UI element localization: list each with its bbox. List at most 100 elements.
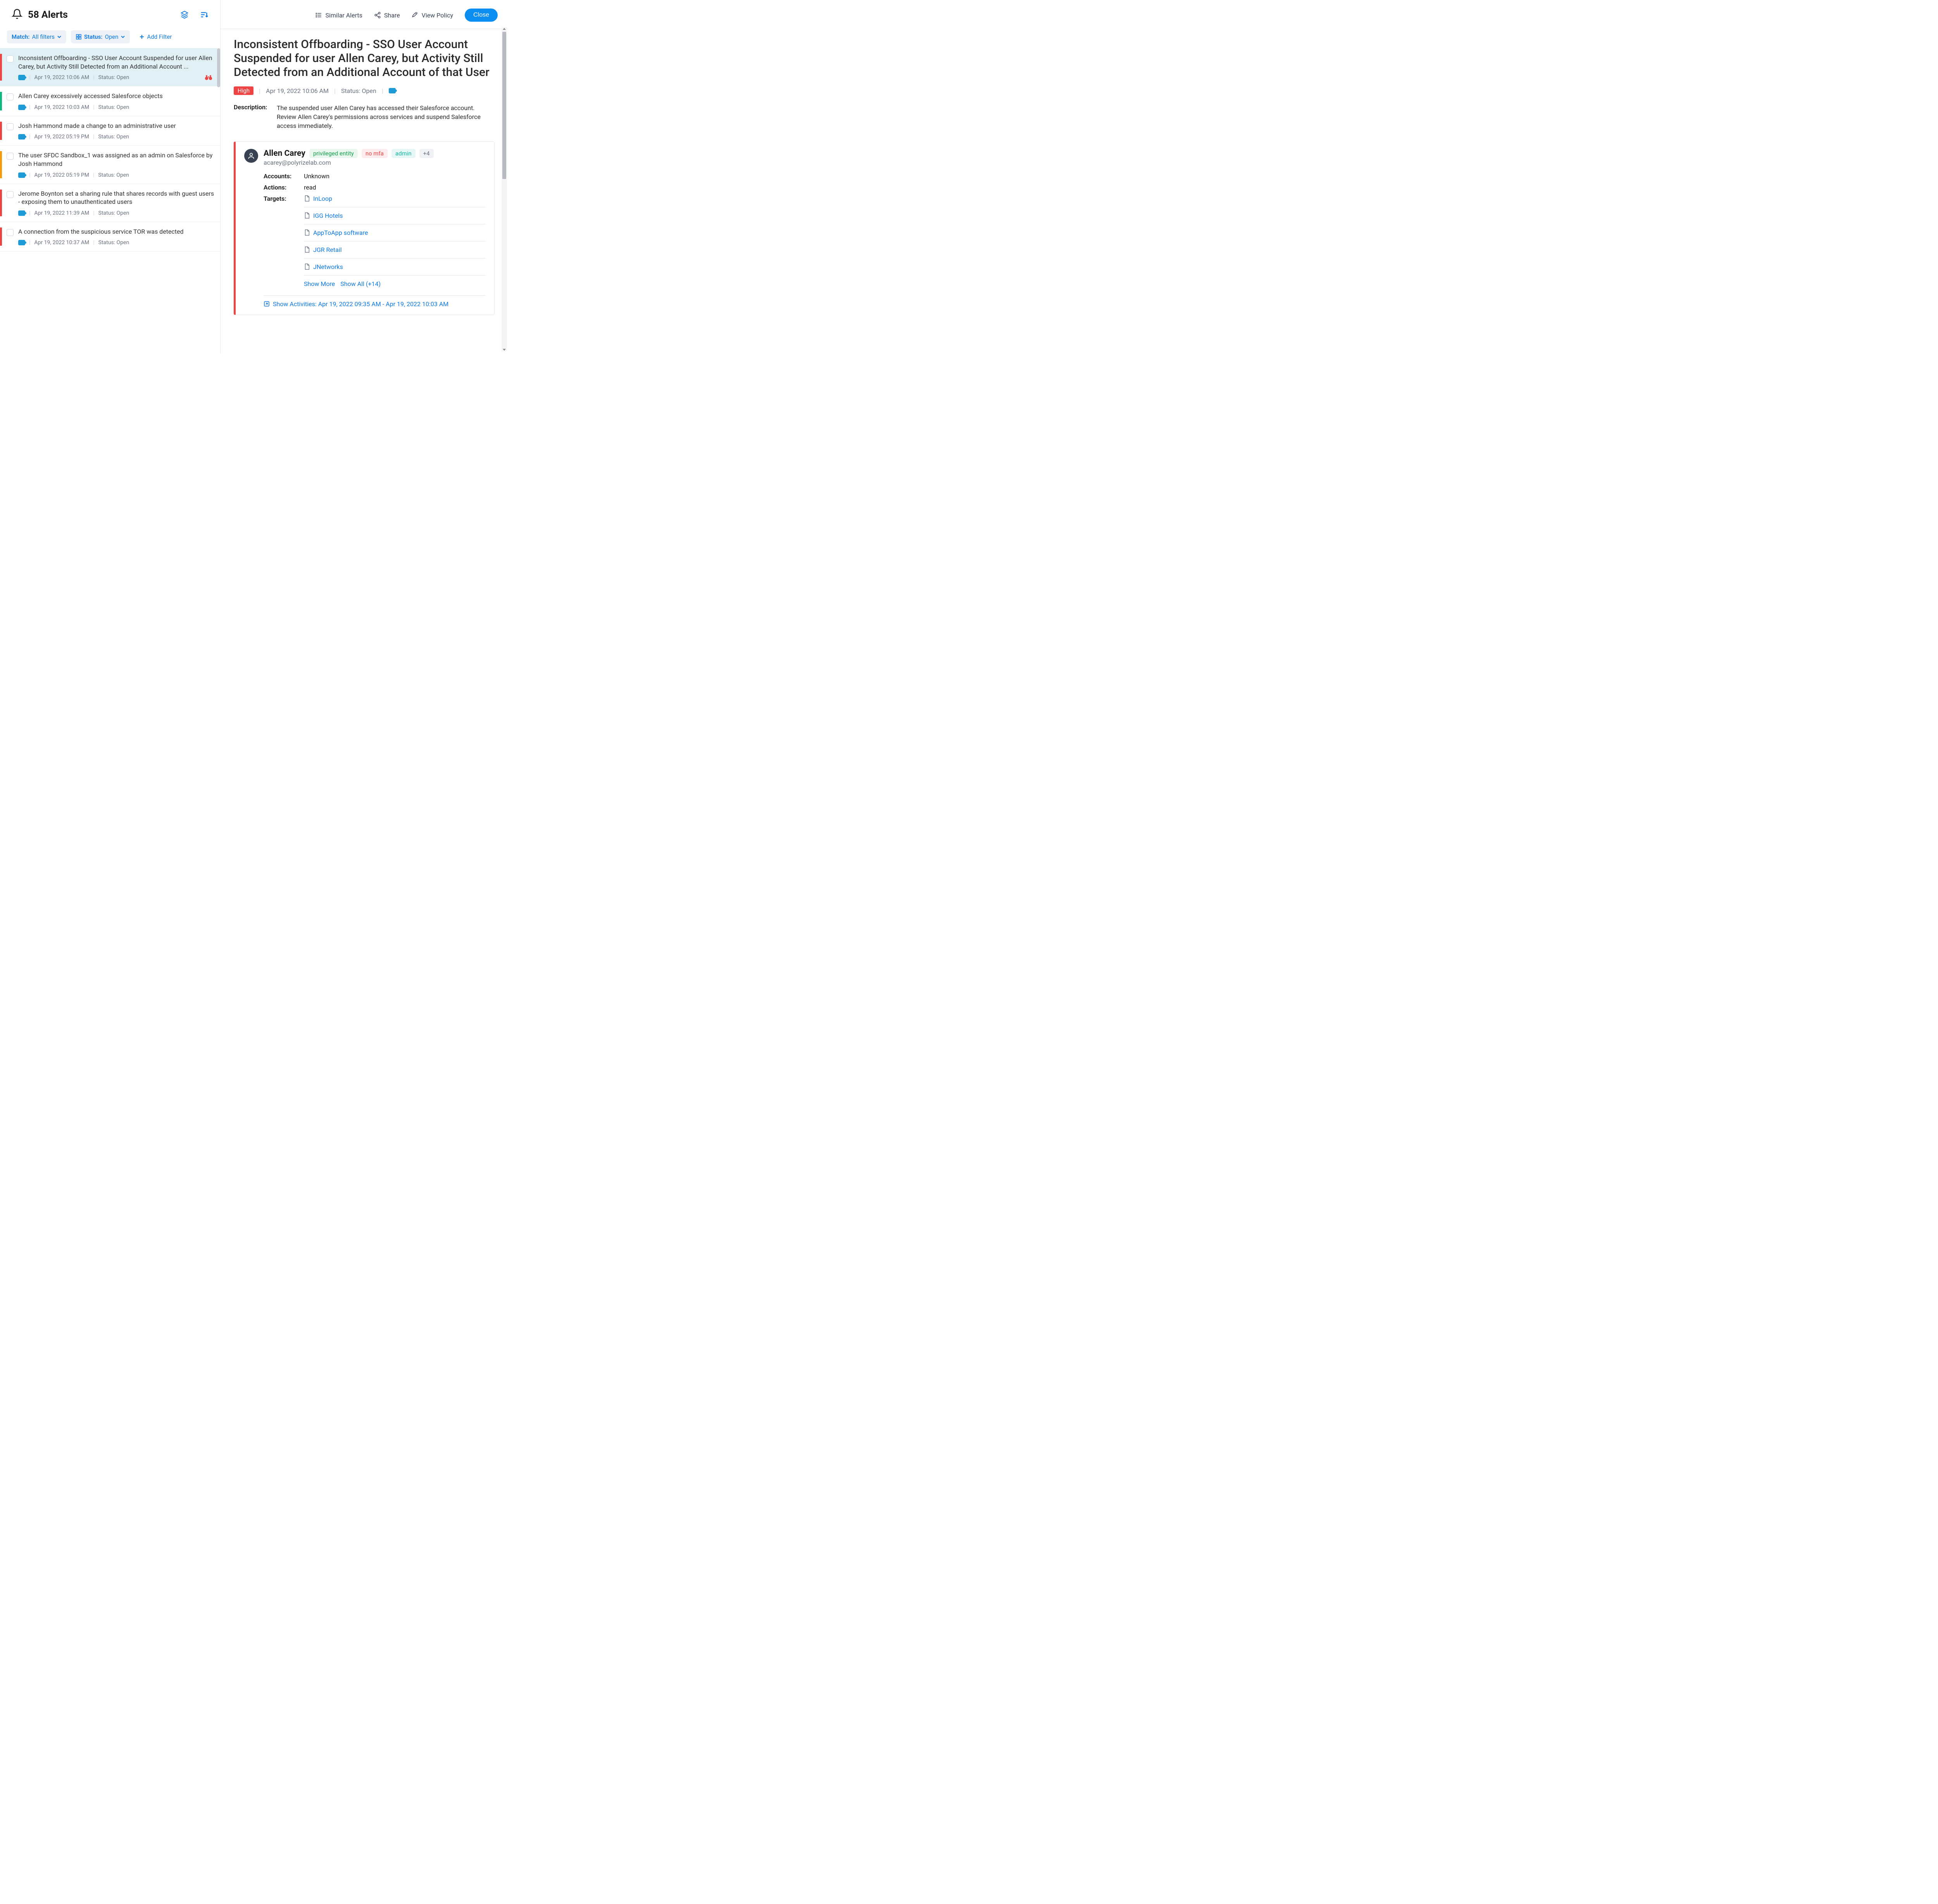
separator: |: [93, 104, 94, 110]
chevron-down-icon: [121, 34, 125, 39]
close-button[interactable]: Close: [465, 9, 498, 22]
alert-meta: |Apr 19, 2022 05:19 PM|Status: Open: [18, 134, 215, 140]
alert-item[interactable]: The user SFDC Sandbox_1 was assigned as …: [0, 146, 220, 184]
detail-title: Inconsistent Offboarding - SSO User Acco…: [234, 38, 495, 79]
description-text: The suspended user Allen Carey has acces…: [277, 103, 495, 131]
similar-alerts-label: Similar Alerts: [325, 12, 362, 19]
target-item[interactable]: IGG Hotels: [304, 207, 486, 224]
detail-status: Status: Open: [341, 87, 376, 95]
alert-title: Allen Carey excessively accessed Salesfo…: [18, 92, 215, 100]
identity-card: Allen Carey privileged entity no mfa adm…: [234, 141, 495, 315]
tag-more[interactable]: +4: [419, 149, 434, 158]
tag-privileged: privileged entity: [309, 149, 358, 158]
alert-date: Apr 19, 2022 11:39 AM: [34, 210, 89, 216]
scrollbar-thumb[interactable]: [217, 48, 220, 87]
salesforce-icon: [389, 88, 396, 93]
alert-title: The user SFDC Sandbox_1 was assigned as …: [18, 151, 215, 168]
organization-icon: [76, 34, 82, 40]
plus-icon: [139, 34, 145, 40]
status-filter-chip[interactable]: Status: Open: [71, 30, 130, 43]
alert-date: Apr 19, 2022 10:03 AM: [34, 104, 89, 110]
alert-title: Jerome Boynton set a sharing rule that s…: [18, 190, 215, 206]
add-filter-button[interactable]: Add Filter: [139, 33, 172, 40]
alert-checkbox[interactable]: [7, 153, 14, 178]
group-icon[interactable]: [179, 9, 190, 20]
alert-checkbox[interactable]: [7, 191, 14, 216]
alert-status: Status: Open: [98, 74, 129, 81]
alert-item[interactable]: Inconsistent Offboarding - SSO User Acco…: [0, 48, 220, 86]
alert-item[interactable]: Allen Carey excessively accessed Salesfo…: [0, 86, 220, 116]
alert-checkbox[interactable]: [7, 123, 14, 140]
severity-bar: [0, 190, 2, 216]
show-activities-link[interactable]: Show Activities: Apr 19, 2022 09:35 AM -…: [264, 295, 486, 308]
alert-meta: |Apr 19, 2022 05:19 PM|Status: Open: [18, 172, 215, 178]
detail-body[interactable]: Inconsistent Offboarding - SSO User Acco…: [221, 29, 508, 354]
target-item[interactable]: JNetworks: [304, 258, 486, 276]
alert-item[interactable]: Jerome Boynton set a sharing rule that s…: [0, 184, 220, 222]
status-filter-value: Open: [105, 33, 118, 40]
target-item[interactable]: InLoop: [304, 195, 486, 207]
identity-email: acarey@polyrizelab.com: [264, 159, 486, 166]
separator: |: [29, 172, 30, 178]
show-all-link[interactable]: Show All (+14): [340, 280, 381, 288]
separator: |: [29, 104, 30, 110]
similar-alerts-button[interactable]: Similar Alerts: [315, 12, 362, 19]
share-label: Share: [384, 12, 400, 19]
alert-title: Josh Hammond made a change to an adminis…: [18, 122, 215, 130]
alert-checkbox[interactable]: [7, 229, 14, 246]
alert-meta: | Apr 19, 2022 10:06 AM | Status: Open: [18, 74, 215, 81]
identity-name-row: Allen Carey privileged entity no mfa adm…: [264, 149, 486, 158]
binoculars-icon: [205, 74, 212, 81]
accounts-value: Unknown: [304, 172, 486, 180]
targets-list: InLoopIGG HotelsAppToApp softwareJGR Ret…: [304, 195, 486, 276]
actions-label: Actions:: [264, 184, 298, 191]
chevron-down-icon: [57, 34, 62, 39]
salesforce-icon: [18, 210, 25, 216]
alert-content: A connection from the suspicious service…: [18, 227, 215, 246]
alerts-panel: 58 Alerts Match: All filters Status: Ope…: [0, 0, 221, 354]
scrollbar-thumb[interactable]: [502, 32, 506, 179]
match-filter-value: All filters: [32, 33, 55, 40]
show-more-row: Show More Show All (+14): [304, 276, 486, 288]
view-policy-button[interactable]: View Policy: [412, 12, 453, 19]
alert-checkbox[interactable]: [7, 93, 14, 110]
accounts-row: Accounts: Unknown: [264, 172, 486, 180]
show-more-link[interactable]: Show More: [304, 280, 335, 288]
alerts-title: 58 Alerts: [28, 9, 68, 21]
target-item[interactable]: AppToApp software: [304, 224, 486, 241]
identity-fields: Accounts: Unknown Actions: read Targets:…: [264, 172, 486, 276]
alert-item[interactable]: Josh Hammond made a change to an adminis…: [0, 116, 220, 146]
severity-bar: [0, 227, 2, 246]
separator: |: [93, 134, 94, 140]
sort-icon[interactable]: [198, 9, 209, 20]
salesforce-icon: [18, 75, 25, 80]
salesforce-icon: [18, 134, 25, 140]
target-item[interactable]: JGR Retail: [304, 241, 486, 258]
alert-item[interactable]: A connection from the suspicious service…: [0, 222, 220, 252]
severity-bar: [0, 92, 2, 110]
detail-header: Similar Alerts Share View Policy Close: [221, 0, 508, 29]
separator: |: [29, 240, 30, 246]
salesforce-icon: [18, 172, 25, 178]
separator: |: [382, 87, 383, 95]
separator: |: [93, 74, 94, 81]
target-name: JNetworks: [313, 263, 343, 271]
match-filter-chip[interactable]: Match: All filters: [7, 30, 66, 43]
severity-badge: High: [234, 86, 253, 95]
alert-date: Apr 19, 2022 10:06 AM: [34, 74, 89, 81]
description-row: Description: The suspended user Allen Ca…: [234, 103, 495, 131]
alerts-list[interactable]: Inconsistent Offboarding - SSO User Acco…: [0, 48, 220, 354]
alert-content: Inconsistent Offboarding - SSO User Acco…: [18, 54, 215, 81]
identity-header: Allen Carey privileged entity no mfa adm…: [244, 149, 486, 166]
separator: |: [334, 87, 336, 95]
alert-date: Apr 19, 2022 05:19 PM: [34, 134, 89, 140]
detail-panel: Similar Alerts Share View Policy Close I…: [221, 0, 508, 354]
alerts-title-wrap: 58 Alerts: [12, 9, 68, 21]
alert-status: Status: Open: [98, 172, 129, 178]
alert-checkbox[interactable]: [7, 55, 14, 81]
scrollbar[interactable]: [502, 27, 507, 352]
separator: |: [29, 74, 30, 81]
targets-label: Targets:: [264, 195, 298, 276]
tag-admin: admin: [391, 149, 416, 158]
share-button[interactable]: Share: [374, 12, 400, 19]
